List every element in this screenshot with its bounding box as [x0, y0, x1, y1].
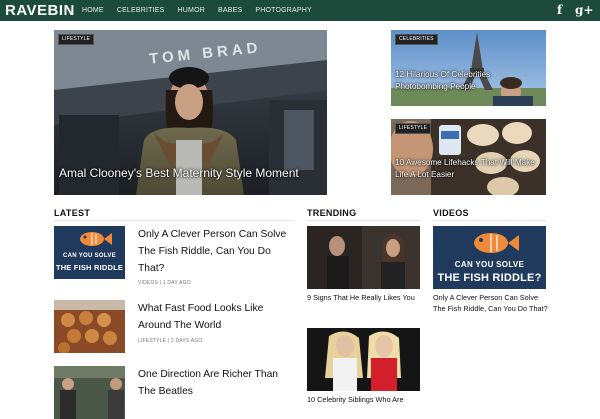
category-badge[interactable]: LIFESTYLE [395, 123, 432, 134]
section-heading-latest: LATEST [54, 208, 91, 218]
nav-item-babes[interactable]: BABES [218, 0, 242, 21]
featured-side-title[interactable]: 12 Hilarious Of Celebrities Photobombing… [395, 69, 543, 93]
article-thumbnail[interactable] [307, 328, 420, 391]
video-title[interactable]: Only A Clever Person Can Solve The Fish … [433, 292, 549, 314]
facebook-icon[interactable]: f [557, 3, 562, 17]
list-item: CAN YOU SOLVE THE FISH RIDDLE Only A Cle… [54, 226, 294, 286]
featured-side-article[interactable]: CELEBRITIES 12 Hilarious Of Celebrities … [391, 30, 546, 106]
article-title[interactable]: Only A Clever Person Can Solve The Fish … [138, 226, 294, 277]
section-heading-trending: TRENDING [307, 208, 357, 218]
featured-side-article[interactable]: LIFESTYLE 10 Awesome Lifehacks That Will… [391, 119, 546, 195]
article-meta: VIDEOS | 1 DAY AGO [138, 280, 191, 286]
article-meta: LIFESTYLE | 2 DAYS AGO [138, 338, 203, 344]
section-heading-videos: VIDEOS [433, 208, 469, 218]
site-logo[interactable]: RAVEBIN [5, 2, 75, 19]
trending-image [307, 328, 420, 391]
nav-item-photography[interactable]: PHOTOGRAPHY [255, 0, 312, 21]
google-plus-icon[interactable]: g+ [575, 3, 593, 17]
video-thumbnail[interactable]: CAN YOU SOLVE THE FISH RIDDLE? [433, 226, 546, 289]
thumbnail-caption-line1: CAN YOU SOLVE [62, 253, 117, 259]
section-divider [433, 220, 546, 221]
article-thumbnail[interactable]: CAN YOU SOLVE THE FISH RIDDLE [54, 226, 125, 279]
nav-item-celebrities[interactable]: CELEBRITIES [117, 0, 165, 21]
article-title[interactable]: 9 Signs That He Really Likes You [307, 292, 420, 303]
nav-item-home[interactable]: HOME [82, 0, 104, 21]
main-nav: HOME CELEBRITIES HUMOR BABES PHOTOGRAPHY [82, 0, 325, 21]
thumbnail-caption-line2: THE FISH RIDDLE? [437, 272, 542, 284]
nav-item-humor[interactable]: HUMOR [178, 0, 205, 21]
thumbnail-caption-line2: THE FISH RIDDLE [55, 263, 124, 272]
section-divider [307, 220, 420, 221]
food-image [54, 300, 125, 353]
article-title[interactable]: One Direction Are Richer Than The Beatle… [138, 366, 294, 400]
band-image [54, 366, 125, 419]
trending-image [307, 226, 420, 289]
category-badge[interactable]: CELEBRITIES [395, 34, 438, 45]
thumbnail-caption-line1: CAN YOU SOLVE [454, 260, 525, 269]
featured-side-title[interactable]: 10 Awesome Lifehacks That Will Make Life… [395, 157, 543, 181]
article-thumbnail[interactable] [307, 226, 420, 289]
article-title[interactable]: What Fast Food Looks Like Around The Wor… [138, 300, 294, 334]
section-divider [54, 220, 294, 221]
list-item: One Direction Are Richer Than The Beatle… [54, 366, 294, 419]
category-badge[interactable]: LIFESTYLE [58, 34, 95, 45]
featured-main-article[interactable]: TOM BRAD LIFESTYLE Amal Clooney's Best M… [54, 30, 327, 195]
top-navigation-bar: RAVEBIN HOME CELEBRITIES HUMOR BABES PHO… [0, 0, 600, 21]
article-thumbnail[interactable] [54, 366, 125, 419]
list-item: What Fast Food Looks Like Around The Wor… [54, 300, 294, 360]
article-thumbnail[interactable] [54, 300, 125, 353]
featured-main-title[interactable]: Amal Clooney's Best Maternity Style Mome… [59, 166, 327, 181]
